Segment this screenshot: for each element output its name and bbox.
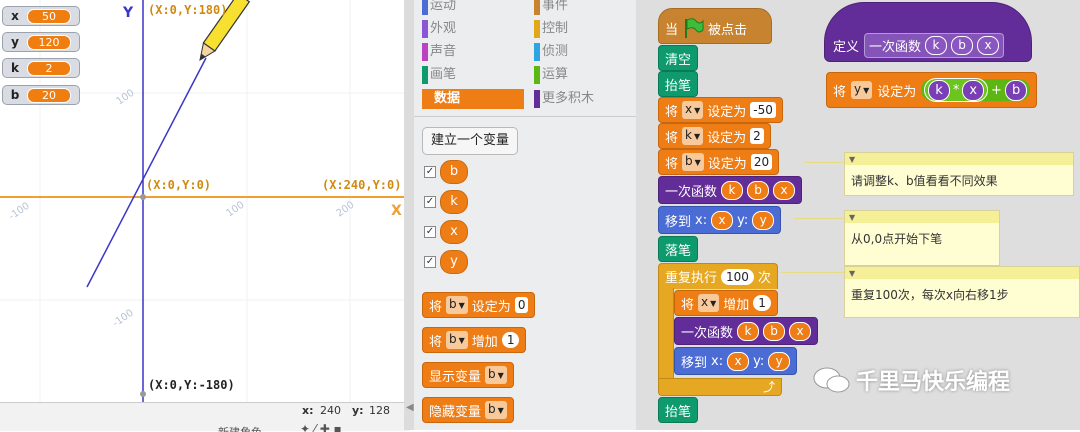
- coord-origin: (X:0,Y:0): [146, 178, 212, 192]
- coord-bottom: (X:0,Y:-180): [148, 378, 235, 392]
- block-palette: 运动 外观 声音 画笔 数据 事件 控制 侦测 运算 更多积木 建立一个变量 ✓…: [414, 0, 636, 430]
- var-dropdown[interactable]: b ▼: [446, 331, 468, 349]
- category-motion[interactable]: 运动: [422, 0, 524, 16]
- watermark: 千里马快乐编程: [812, 364, 1010, 396]
- call-linear-function-block-loop[interactable]: 一次函数 k b x: [674, 317, 819, 345]
- category-events[interactable]: 事件: [534, 0, 630, 16]
- value-input[interactable]: 1: [753, 295, 771, 311]
- collapse-triangle-icon[interactable]: ▼: [849, 269, 855, 278]
- clear-block[interactable]: 清空: [658, 45, 699, 71]
- var-monitor-y: y 120: [2, 32, 80, 52]
- var-dropdown[interactable]: x ▼: [682, 101, 704, 119]
- category-operators[interactable]: 运算: [534, 65, 630, 85]
- multiply-operator-block[interactable]: k * x: [924, 78, 989, 102]
- category-more-blocks[interactable]: 更多积木: [534, 89, 630, 109]
- x-axis-label: X: [391, 203, 402, 219]
- mouse-x-value: 240: [320, 404, 341, 417]
- new-sprite-label[interactable]: 新建角色: [218, 424, 262, 432]
- var-monitor-k: k 2: [2, 58, 80, 78]
- var-dropdown[interactable]: b ▼: [485, 401, 507, 419]
- set-x-block[interactable]: 将 x ▼ 设定为 -50: [658, 97, 783, 123]
- collapse-triangle-icon[interactable]: ▼: [849, 213, 855, 222]
- var-checkbox-b[interactable]: ✓: [424, 166, 436, 178]
- scripts-area[interactable]: 当 被点击 清空 抬笔 将 x ▼ 设定为 -50 将 k ▼ 设定为 2 将 b ▼…: [636, 0, 1080, 430]
- palette-divider: [414, 116, 636, 117]
- var-dropdown[interactable]: b ▼: [682, 153, 704, 171]
- category-looks[interactable]: 外观: [422, 19, 524, 39]
- value-input[interactable]: 2: [750, 128, 764, 144]
- comment-connector: [781, 272, 851, 273]
- var-dropdown[interactable]: y ▼: [851, 81, 873, 99]
- comment-note-1[interactable]: ▼ 请调整k、b值看看不同效果: [844, 152, 1074, 196]
- var-monitor-x: x 50: [2, 6, 80, 26]
- pen-down-block[interactable]: 落笔: [658, 236, 699, 262]
- palette-change-var-block[interactable]: 将 b ▼ 增加 1: [422, 327, 527, 353]
- loop-arrow-icon: ⤴: [762, 380, 775, 394]
- var-checkbox-y[interactable]: ✓: [424, 256, 436, 268]
- repeat-block-end: ⤴: [658, 378, 782, 396]
- mouse-y-label: y:: [352, 404, 364, 417]
- var-monitor-b: b 20: [2, 85, 80, 105]
- call-linear-function-block[interactable]: 一次函数 k b x: [658, 176, 803, 204]
- comment-note-2[interactable]: ▼ 从0,0点开始下笔: [844, 210, 1000, 266]
- var-reporter-b[interactable]: b: [440, 160, 468, 184]
- repeat-count-input[interactable]: 100: [721, 268, 754, 285]
- collapse-triangle-icon[interactable]: ▼: [849, 155, 855, 164]
- goto-xy-block[interactable]: 移到 x: x y: y: [658, 206, 782, 234]
- value-input[interactable]: 1: [501, 332, 520, 348]
- green-flag-icon: [685, 18, 704, 38]
- set-y-expression-block[interactable]: 将 y ▼ 设定为 k * x + b: [826, 72, 1038, 108]
- collapse-arrow-icon[interactable]: ◀: [406, 402, 414, 413]
- repeat-block[interactable]: 重复执行 100 次: [658, 263, 778, 289]
- category-sound[interactable]: 声音: [422, 42, 524, 62]
- mouse-x-label: x:: [302, 404, 314, 417]
- var-reporter-x[interactable]: x: [440, 220, 468, 244]
- set-k-block[interactable]: 将 k ▼ 设定为 2: [658, 123, 771, 149]
- stage-status-bar: x: 240 y: 128 新建角色 ✦ ⁄ ✚ ▪: [0, 402, 410, 432]
- define-hat-block[interactable]: 定义 一次函数 k b x: [824, 2, 1032, 62]
- define-prototype[interactable]: 一次函数 k b x: [864, 33, 1005, 58]
- change-x-block[interactable]: 将 x ▼ 增加 1: [674, 290, 778, 316]
- wechat-icon: [813, 367, 850, 393]
- value-input[interactable]: -50: [750, 102, 776, 118]
- var-reporter-y[interactable]: y: [440, 250, 468, 274]
- stage[interactable]: x 50 y 120 k 2 b 20 Y X (X:0,Y:180) (X:0…: [0, 0, 410, 402]
- palette-show-var-block[interactable]: 显示变量 b ▼: [422, 362, 514, 388]
- coord-top: (X:0,Y:180): [148, 3, 228, 17]
- mouse-y-value: 128: [369, 404, 390, 417]
- plotted-line: [86, 57, 207, 288]
- comment-note-3[interactable]: ▼ 重复100次，每次x向右移1步: [844, 266, 1080, 318]
- value-input[interactable]: 0: [514, 297, 529, 313]
- pen-up-block-end[interactable]: 抬笔: [658, 397, 699, 423]
- set-b-block[interactable]: 将 b ▼ 设定为 20: [658, 149, 780, 175]
- make-variable-button[interactable]: 建立一个变量: [422, 127, 519, 155]
- var-dropdown[interactable]: b ▼: [446, 296, 468, 314]
- var-dropdown[interactable]: x ▼: [698, 294, 720, 312]
- category-control[interactable]: 控制: [534, 19, 630, 39]
- pen-up-block[interactable]: 抬笔: [658, 71, 699, 97]
- comment-connector: [804, 162, 846, 163]
- category-sensing[interactable]: 侦测: [534, 42, 630, 62]
- sprite-tools-icon[interactable]: ✦ ⁄ ✚ ▪: [300, 422, 342, 432]
- palette-hide-var-block[interactable]: 隐藏变量 b ▼: [422, 397, 514, 423]
- repeat-block-arm: [658, 288, 674, 380]
- when-flag-clicked-block[interactable]: 当 被点击: [658, 8, 772, 44]
- value-input[interactable]: 20: [750, 154, 773, 170]
- coord-right: (X:240,Y:0): [322, 178, 402, 192]
- var-dropdown[interactable]: b ▼: [485, 366, 507, 384]
- category-data[interactable]: 数据: [422, 89, 524, 109]
- var-reporter-k[interactable]: k: [440, 190, 468, 214]
- var-checkbox-x[interactable]: ✓: [424, 226, 436, 238]
- category-pen[interactable]: 画笔: [422, 65, 524, 85]
- var-checkbox-k[interactable]: ✓: [424, 196, 436, 208]
- y-axis-label: Y: [123, 5, 134, 21]
- add-operator-block[interactable]: k * x + b: [921, 78, 1031, 102]
- var-dropdown[interactable]: k ▼: [682, 127, 704, 145]
- goto-xy-block-loop[interactable]: 移到 x: x y: y: [674, 347, 798, 375]
- palette-set-var-block[interactable]: 将 b ▼ 设定为 0: [422, 292, 536, 318]
